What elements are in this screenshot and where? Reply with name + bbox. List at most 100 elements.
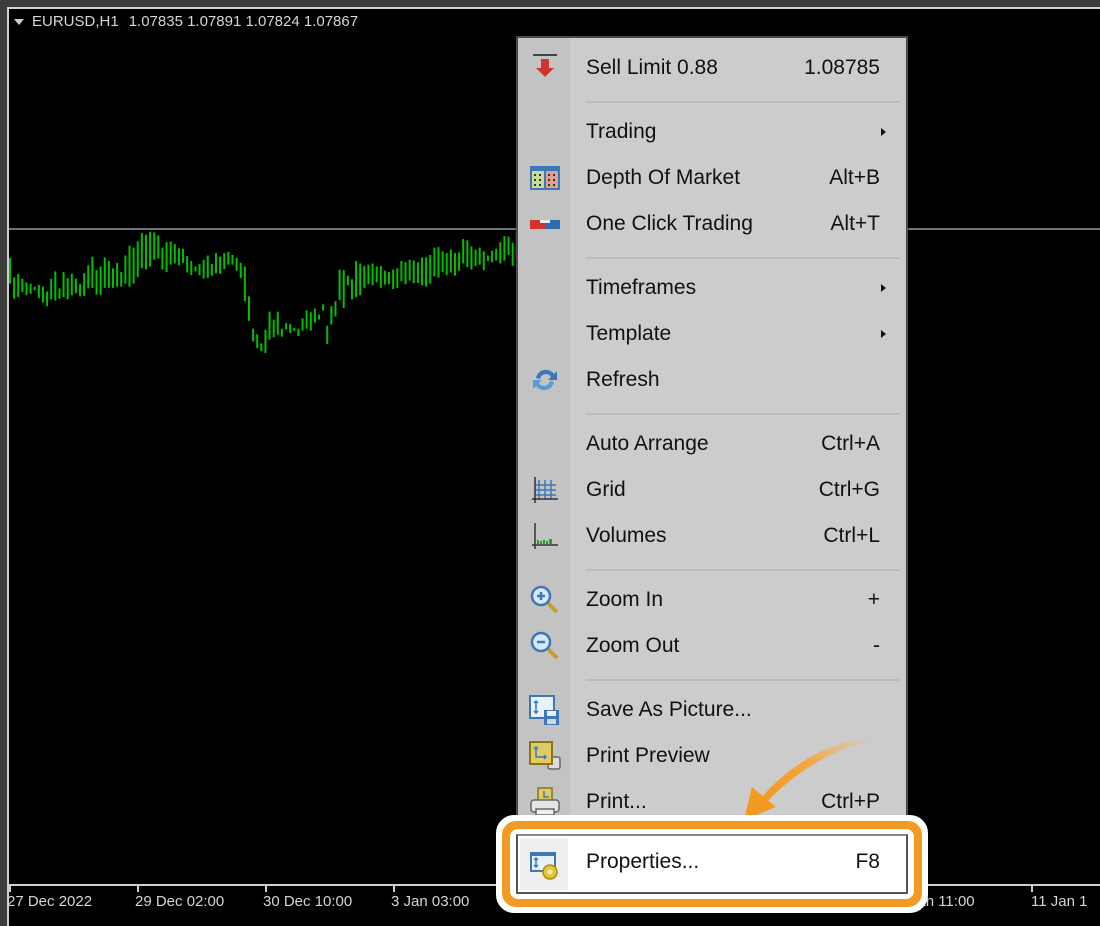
price-bar [83,273,86,296]
price-bar [116,262,119,287]
chart-header: EURUSD,H1 1.07835 1.07891 1.07824 1.0786… [14,13,358,30]
price-bar [326,325,329,344]
price-bar [276,311,279,335]
price-bar [247,296,250,321]
chart-collapse-triangle-icon[interactable] [14,19,24,25]
menu-item-label: Trading [586,120,657,143]
zoom-in-icon [528,583,562,617]
price-bar [363,265,366,288]
menu-item-label: Volumes [586,524,667,547]
menu-item-label: Timeframes [586,276,697,299]
volumes-icon [528,519,562,553]
menu-item-depth-of-market[interactable]: Depth Of Market Alt+B [518,158,906,198]
menu-item-zoom-in[interactable]: Zoom In + [518,580,906,620]
price-bar [433,247,436,277]
price-bar [66,278,69,300]
price-bar [161,247,164,270]
menu-item-trading[interactable]: Trading [518,112,906,152]
price-bar [260,343,263,352]
menu-item-shortcut: Ctrl+G [818,478,880,501]
price-bar [107,261,110,288]
menu-item-save-as-picture[interactable]: Save As Picture... [518,690,906,730]
price-bar [322,304,325,311]
price-bar [58,288,61,299]
grid-icon [528,473,562,507]
menu-item-zoom-out[interactable]: Zoom Out - [518,626,906,666]
price-bar [252,328,255,342]
price-bar [503,236,506,261]
time-axis-label: 30 Dec 10:00 [263,893,353,910]
price-bar [70,273,73,296]
price-bar [313,308,316,323]
menu-item-one-click-trading[interactable]: One Click Trading Alt+T [518,204,906,244]
menu-item-shortcut: 1.08785 [804,56,880,79]
time-axis-tick [9,886,11,892]
menu-item-label: Print... [586,790,647,813]
menu-item-volumes[interactable]: Volumes Ctrl+L [518,516,906,556]
price-bar [280,328,283,337]
menu-separator [586,257,900,259]
menu-item-label: Auto Arrange [586,432,709,455]
price-bar [383,270,386,285]
price-bar [355,261,358,297]
price-bar [206,255,209,279]
menu-item-shortcut: F8 [855,850,880,873]
price-bar [33,286,36,291]
menu-item-shortcut: Alt+B [829,166,880,189]
menu-item-grid[interactable]: Grid Ctrl+G [518,470,906,510]
price-bar [350,279,353,300]
time-axis-tick [265,886,267,892]
price-bar [371,263,374,286]
menu-item-label: Sell Limit 0.88 [586,56,718,79]
menu-item-auto-arrange[interactable]: Auto Arrange Ctrl+A [518,424,906,464]
menu-item-template[interactable]: Template [518,314,906,354]
time-axis-tick [1031,886,1033,892]
price-bar [95,270,98,295]
menu-item-label: Refresh [586,368,660,391]
price-bar [495,248,498,261]
price-bar [223,253,226,269]
price-bar [507,236,510,255]
price-bar [305,310,308,329]
price-bar [54,271,57,301]
price-bar [190,261,193,276]
price-bar [235,257,238,271]
save-as-picture-icon [528,693,562,727]
menu-item-label: Save As Picture... [586,698,752,721]
price-bar [37,284,40,299]
price-bar [441,251,444,272]
price-bar [268,311,271,340]
price-bar [449,249,452,273]
price-bar [293,328,296,332]
price-bar [74,278,77,294]
price-bar [499,242,502,264]
price-bar [173,243,176,264]
price-bar [46,291,49,307]
time-axis-tick [393,886,395,892]
price-bar [17,273,20,297]
menu-separator [586,679,900,681]
depth-of-market-icon [528,161,562,195]
chart-symbol: EURUSD,H1 [32,13,119,30]
price-bar [198,264,201,276]
menu-item-timeframes[interactable]: Timeframes [518,268,906,308]
menu-item-properties[interactable]: Properties... F8 [516,834,908,894]
price-bar [136,241,139,277]
refresh-icon [528,363,562,397]
time-axis-label: 11 Jan 1 [1031,893,1088,910]
price-bar [330,306,333,325]
price-bar [334,301,337,317]
menu-item-sell-limit-0-88[interactable]: Sell Limit 0.88 1.08785 [518,48,906,88]
price-bar [425,257,428,287]
price-bar [375,266,378,283]
price-bar [346,275,349,286]
price-bar [9,257,11,284]
menu-item-refresh[interactable]: Refresh [518,360,906,400]
time-axis-tick [137,886,139,892]
price-bar [396,268,399,288]
price-bar [289,323,292,333]
price-bar [392,269,395,290]
price-bar [408,259,411,281]
price-bar [210,264,213,276]
price-bar [429,254,432,284]
